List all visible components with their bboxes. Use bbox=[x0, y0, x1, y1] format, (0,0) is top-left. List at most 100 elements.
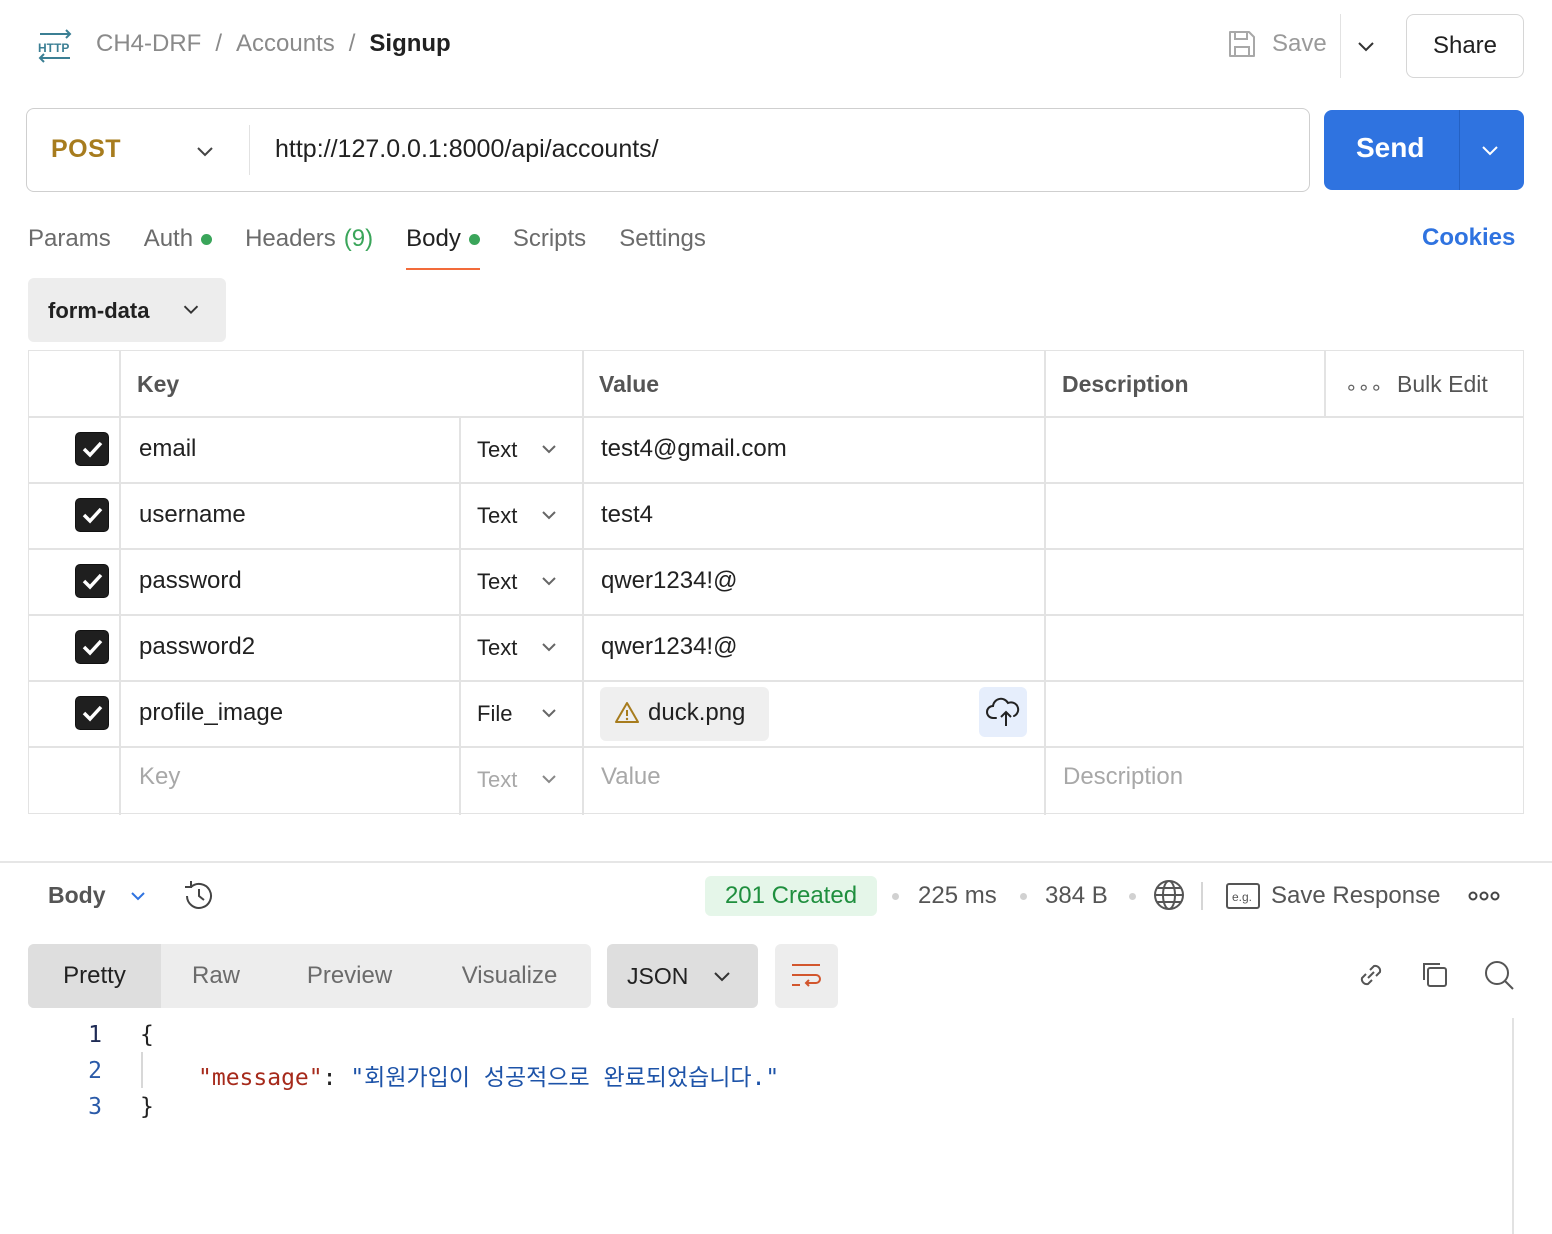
value-cell[interactable]: qwer1234!@ bbox=[601, 567, 737, 595]
search-icon[interactable] bbox=[1482, 958, 1516, 992]
form-data-table: Key Value Description ∘∘∘ Bulk Edit emai… bbox=[28, 350, 1524, 815]
value-placeholder[interactable]: Value bbox=[601, 763, 661, 791]
type-selector[interactable]: File bbox=[477, 701, 512, 727]
response-body-selector[interactable]: Body bbox=[48, 882, 106, 909]
more-options-icon[interactable]: ∘∘∘ bbox=[1345, 375, 1383, 400]
row-checkbox[interactable] bbox=[75, 696, 109, 730]
chevron-down-icon[interactable] bbox=[537, 437, 561, 461]
wrap-lines-button[interactable] bbox=[775, 944, 838, 1008]
tab-scripts[interactable]: Scripts bbox=[513, 222, 586, 256]
tab-body[interactable]: Body bbox=[406, 222, 480, 270]
chevron-down-icon[interactable] bbox=[1352, 32, 1380, 60]
response-size[interactable]: 384 B bbox=[1045, 882, 1108, 910]
request-tabs: Params Auth Headers (9) Body Scripts Sett… bbox=[28, 222, 739, 272]
value-cell[interactable]: test4@gmail.com bbox=[601, 435, 787, 463]
scrollbar-track[interactable] bbox=[1512, 1018, 1514, 1234]
chevron-down-icon bbox=[714, 972, 730, 982]
link-icon[interactable] bbox=[1354, 958, 1388, 992]
table-row: password2 Text qwer1234!@ bbox=[29, 615, 1523, 681]
chevron-down-icon[interactable] bbox=[537, 701, 561, 725]
request-name[interactable]: Signup bbox=[369, 30, 450, 58]
type-selector[interactable]: Text bbox=[477, 569, 517, 595]
chevron-down-icon[interactable] bbox=[537, 635, 561, 659]
tab-label: Scripts bbox=[512, 225, 587, 252]
send-label: Send bbox=[1356, 132, 1425, 163]
body-mode-selector[interactable]: form-data bbox=[28, 278, 226, 342]
breadcrumb-collection[interactable]: CH4-DRF bbox=[96, 30, 201, 58]
value-cell[interactable]: test4 bbox=[601, 501, 653, 529]
row-checkbox[interactable] bbox=[75, 564, 109, 598]
tab-pretty[interactable]: Pretty bbox=[28, 944, 161, 1008]
table-row: email Text test4@gmail.com bbox=[29, 417, 1523, 483]
row-checkbox[interactable] bbox=[75, 432, 109, 466]
breadcrumb-separator: / bbox=[348, 30, 356, 57]
send-button[interactable]: Send bbox=[1324, 110, 1524, 190]
line-number: 1 bbox=[88, 1022, 102, 1048]
column-divider bbox=[1324, 351, 1326, 417]
tab-raw[interactable]: Raw bbox=[161, 944, 271, 1008]
chevron-down-icon[interactable] bbox=[537, 503, 561, 527]
chevron-down-icon[interactable] bbox=[537, 767, 561, 791]
key-cell[interactable]: password2 bbox=[139, 633, 255, 661]
bulk-edit-button[interactable]: Bulk Edit bbox=[1397, 371, 1488, 398]
request-header: HTTP CH4-DRF / Accounts / Signup Save Sh… bbox=[0, 0, 1552, 92]
code-line: } bbox=[140, 1094, 154, 1120]
key-cell[interactable]: username bbox=[139, 501, 246, 529]
tab-settings[interactable]: Settings bbox=[619, 222, 706, 256]
tab-preview[interactable]: Preview bbox=[271, 944, 428, 1008]
status-dot bbox=[201, 233, 213, 245]
type-selector[interactable]: Text bbox=[477, 767, 517, 793]
row-checkbox[interactable] bbox=[75, 630, 109, 664]
tab-auth[interactable]: Auth bbox=[144, 222, 213, 256]
column-header-description: Description bbox=[1062, 371, 1189, 397]
status-badge[interactable]: 201 Created bbox=[705, 876, 877, 916]
tab-headers[interactable]: Headers (9) bbox=[245, 222, 373, 256]
save-button[interactable]: Save bbox=[1226, 28, 1327, 60]
row-checkbox[interactable] bbox=[75, 498, 109, 532]
cloud-upload-icon bbox=[986, 697, 1020, 726]
response-time[interactable]: 225 ms bbox=[918, 882, 997, 910]
format-label: JSON bbox=[627, 963, 689, 989]
history-icon[interactable] bbox=[181, 878, 217, 914]
value-cell[interactable]: qwer1234!@ bbox=[601, 633, 737, 661]
url-bar: POST http://127.0.0.1:8000/api/accounts/ bbox=[26, 108, 1310, 192]
cookies-link[interactable]: Cookies bbox=[1422, 224, 1515, 252]
key-cell[interactable]: password bbox=[139, 567, 242, 595]
separator-dot bbox=[1129, 893, 1136, 900]
type-selector[interactable]: Text bbox=[477, 437, 517, 463]
table-row: password Text qwer1234!@ bbox=[29, 549, 1523, 615]
url-input[interactable]: http://127.0.0.1:8000/api/accounts/ bbox=[275, 135, 659, 164]
copy-icon[interactable] bbox=[1418, 958, 1452, 992]
breadcrumb: CH4-DRF / Accounts / Signup bbox=[96, 30, 451, 58]
more-options-icon[interactable] bbox=[1468, 886, 1500, 906]
divider bbox=[0, 861, 1552, 863]
breadcrumb-folder[interactable]: Accounts bbox=[236, 30, 335, 58]
file-chip[interactable]: duck.png bbox=[600, 687, 769, 741]
share-button[interactable]: Share bbox=[1406, 14, 1524, 78]
key-placeholder[interactable]: Key bbox=[139, 763, 180, 791]
save-response-button[interactable]: Save Response bbox=[1271, 882, 1440, 910]
chevron-down-icon[interactable] bbox=[1476, 136, 1504, 164]
json-value: "회원가입이 성공적으로 완료되었습니다." bbox=[350, 1065, 780, 1091]
body-mode-label: form-data bbox=[48, 298, 150, 323]
type-selector[interactable]: Text bbox=[477, 503, 517, 529]
http-icon: HTTP bbox=[38, 29, 72, 63]
chevron-down-icon[interactable] bbox=[126, 884, 150, 908]
tab-params[interactable]: Params bbox=[28, 222, 111, 256]
chevron-down-icon[interactable] bbox=[191, 137, 219, 165]
line-number: 3 bbox=[88, 1094, 102, 1120]
globe-icon[interactable] bbox=[1152, 878, 1186, 912]
description-placeholder[interactable]: Description bbox=[1063, 763, 1183, 791]
upload-button[interactable] bbox=[979, 687, 1027, 737]
method-selector[interactable]: POST bbox=[51, 135, 121, 164]
chevron-down-icon[interactable] bbox=[537, 569, 561, 593]
json-colon: : bbox=[322, 1065, 351, 1091]
format-selector[interactable]: JSON bbox=[607, 944, 758, 1008]
tab-visualize[interactable]: Visualize bbox=[428, 944, 591, 1008]
key-cell[interactable]: profile_image bbox=[139, 699, 283, 727]
tab-label: Settings bbox=[619, 225, 706, 252]
type-selector[interactable]: Text bbox=[477, 635, 517, 661]
key-cell[interactable]: email bbox=[139, 435, 196, 463]
check-icon bbox=[82, 507, 102, 524]
separator-dot bbox=[892, 893, 899, 900]
